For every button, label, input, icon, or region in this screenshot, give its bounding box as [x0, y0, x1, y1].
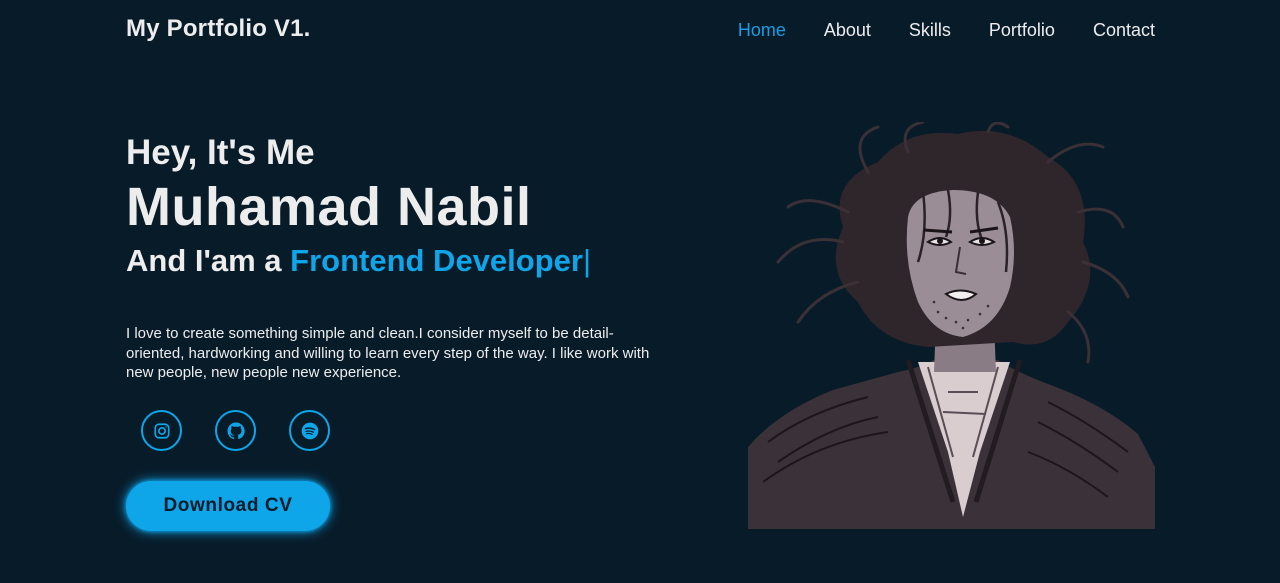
instagram-link[interactable] — [141, 410, 182, 451]
hero-description: I love to create something simple and cl… — [126, 325, 650, 381]
profile-illustration — [748, 120, 1155, 529]
site-logo[interactable]: My Portfolio V1. — [126, 15, 311, 43]
hero-role-highlight: Frontend Developer — [290, 243, 583, 278]
typing-cursor: | — [582, 243, 592, 278]
hero-section: Hey, It's Me Muhamad Nabil And I'am a Fr… — [126, 132, 686, 383]
hero-greeting: Hey, It's Me — [126, 133, 315, 172]
nav-link-portfolio[interactable]: Portfolio — [989, 19, 1055, 41]
site-header: My Portfolio V1. Home About Skills Portf… — [0, 0, 1280, 60]
nav-link-skills[interactable]: Skills — [909, 19, 951, 41]
instagram-icon — [153, 422, 171, 440]
hero-role: And I'am a Frontend Developer| — [126, 242, 686, 280]
hero-name: Muhamad Nabil — [126, 177, 532, 237]
github-icon — [226, 421, 246, 441]
download-cv-button[interactable]: Download CV — [126, 481, 330, 531]
hero-role-prefix: And I'am a — [126, 243, 291, 278]
spotify-icon — [300, 421, 320, 441]
github-link[interactable] — [215, 410, 256, 451]
nav-link-home[interactable]: Home — [738, 19, 786, 41]
main-nav: Home About Skills Portfolio Contact — [738, 19, 1155, 41]
nav-link-about[interactable]: About — [824, 19, 871, 41]
social-links — [141, 410, 363, 451]
spotify-link[interactable] — [289, 410, 330, 451]
nav-link-contact[interactable]: Contact — [1093, 19, 1155, 41]
